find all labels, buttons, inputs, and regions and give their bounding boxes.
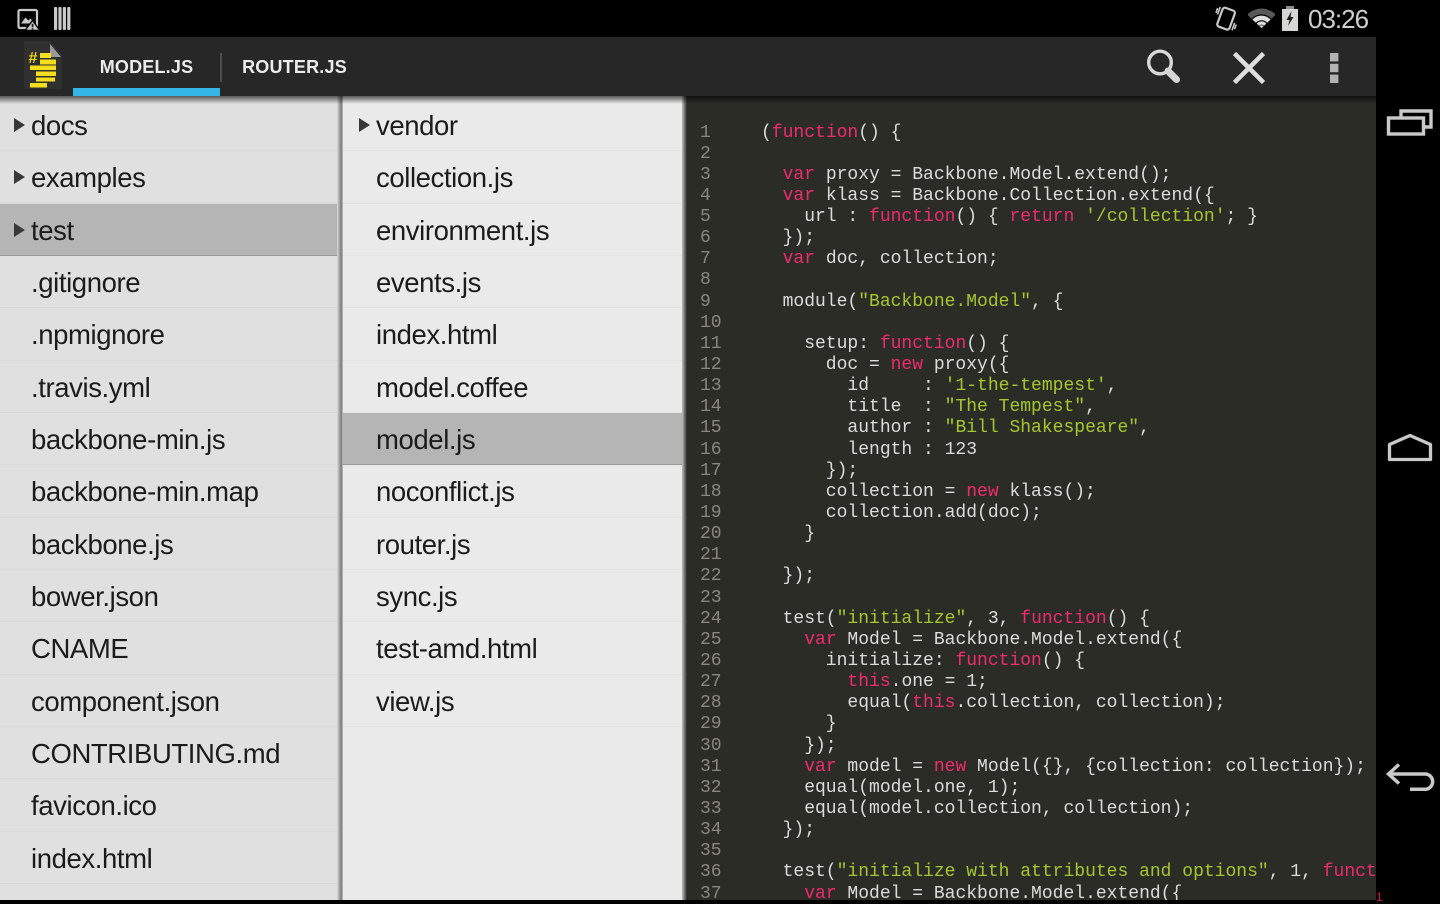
svg-text:#: # (29, 50, 38, 67)
